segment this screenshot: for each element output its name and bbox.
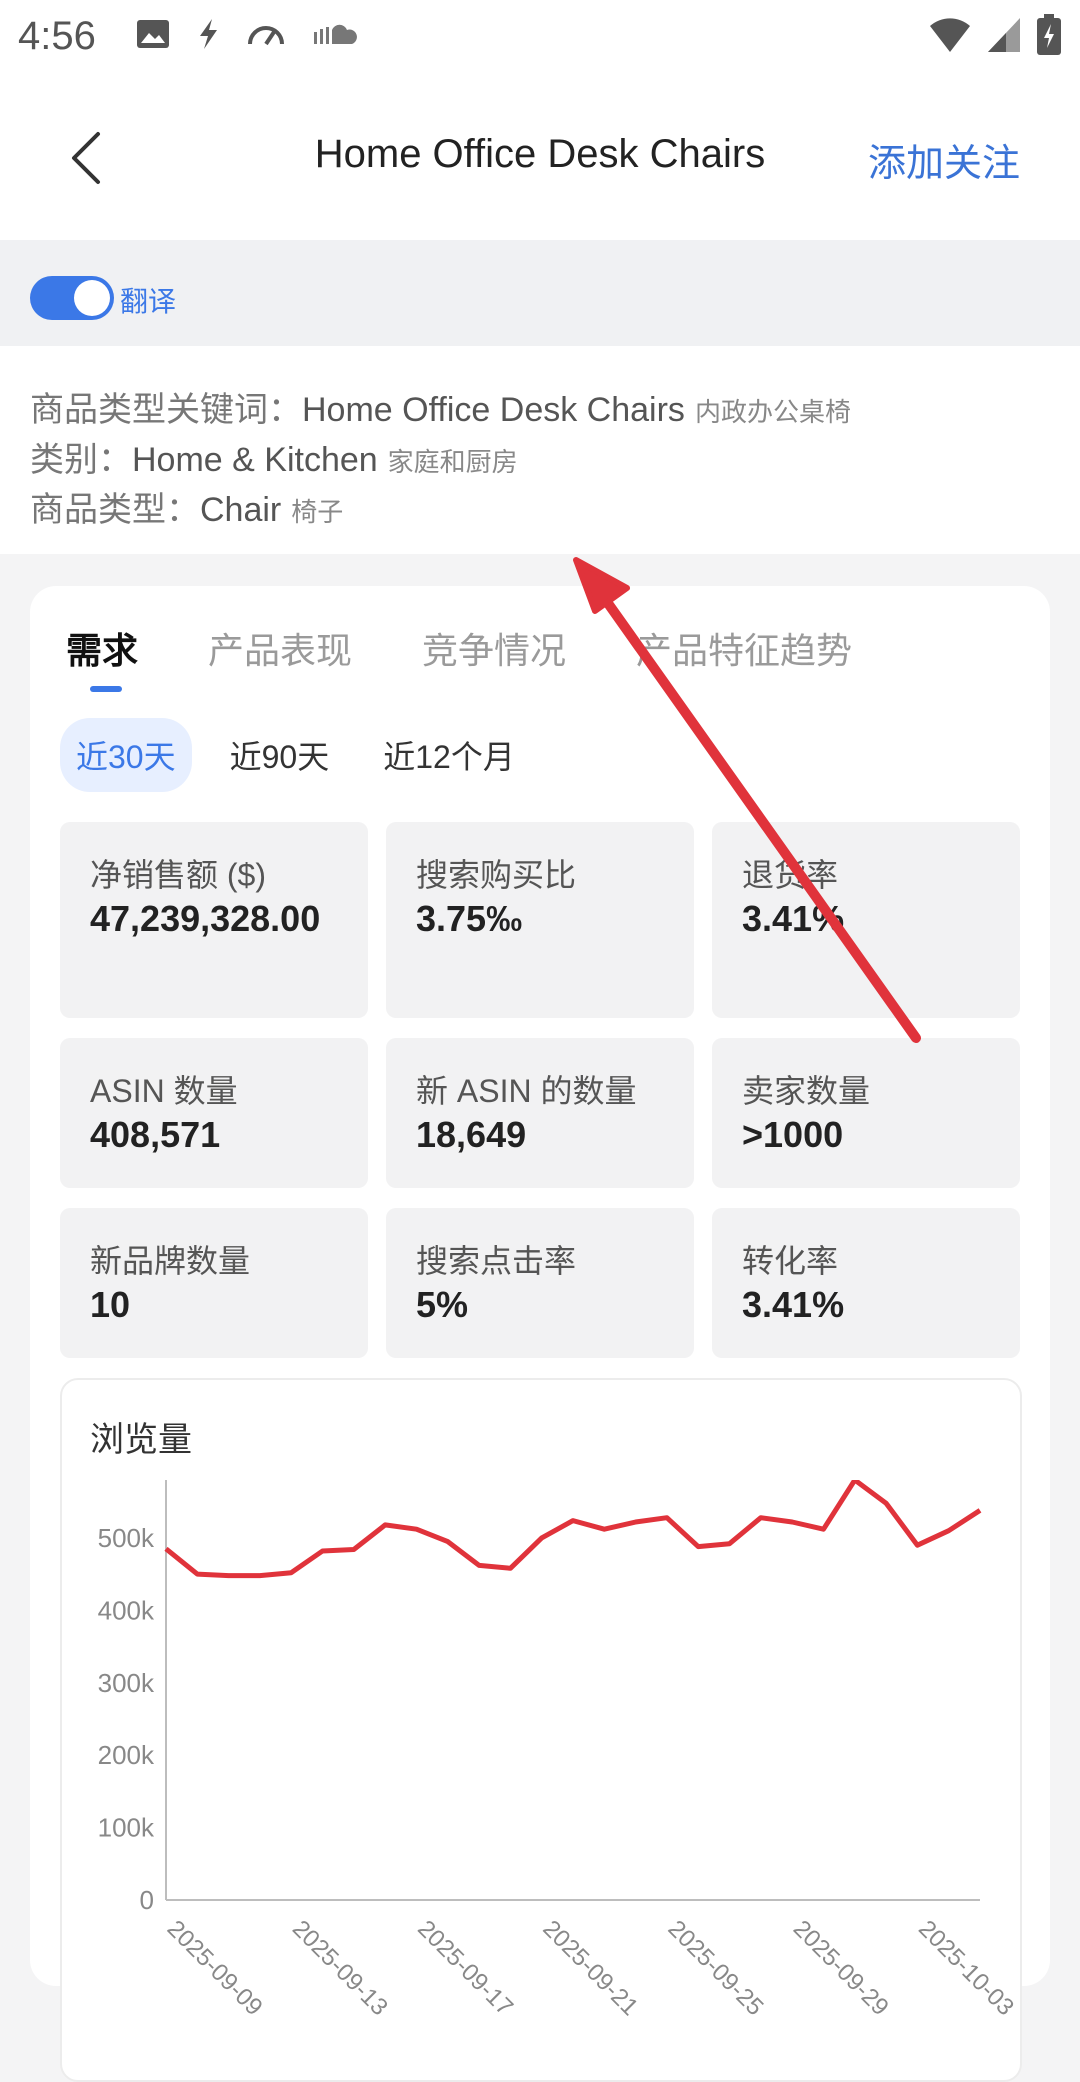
tab-feature-trends[interactable]: 产品特征趋势 <box>636 622 852 674</box>
chart-plot: 0100k200k300k400k500k2025-09-09 2025-09-1… <box>98 1480 1019 2020</box>
image-icon <box>137 20 169 48</box>
info-type-row: 商品类型：Chair 椅子 <box>30 482 343 531</box>
metric-value: 47,239,328.00 <box>90 898 321 939</box>
info-keyword-cn: 内政办公桌椅 <box>694 397 851 427</box>
x-tick-label: 2025-09-13 <box>287 1915 393 2020</box>
translate-label: 翻译 <box>120 286 177 317</box>
period-selector: 近30天 近90天 近12个月 <box>60 718 531 792</box>
page-views-chart: 浏览量 0 100k 200k 300k 400k 500k 2025-09-09 2025-… <box>60 1378 1022 2082</box>
metric-new-brand-count[interactable]: 新品牌数量 10 <box>60 1208 368 1358</box>
speedometer-icon <box>248 26 284 46</box>
chart-title: 浏览量 <box>90 1421 192 1459</box>
metric-label: ASIN 数量 <box>90 1073 238 1109</box>
metric-search-purchase-ratio[interactable]: 搜索购买比 3.75‰ <box>386 822 694 1018</box>
x-tick-label: 2025-09-09 <box>162 1915 268 2020</box>
metric-value: >1000 <box>742 1114 844 1155</box>
metric-value: 10 <box>90 1284 131 1325</box>
cloud-icon <box>314 24 357 44</box>
y-tick-label: 100k <box>98 1813 155 1843</box>
status-time: 4:56 <box>18 14 96 58</box>
tab-demand[interactable]: 需求 <box>66 622 138 674</box>
metric-value: 3.41% <box>742 898 845 939</box>
series-line <box>164 1480 982 1579</box>
active-tab-indicator <box>90 686 122 692</box>
tab-product-performance[interactable]: 产品表现 <box>208 622 352 674</box>
metric-new-asin-count[interactable]: 新 ASIN 的数量 18,649 <box>386 1038 694 1188</box>
metric-label: 转化率 <box>742 1243 839 1279</box>
info-keyword-row: 商品类型关键词：Home Office Desk Chairs 内政办公桌椅 <box>30 382 851 431</box>
metric-value: 408,571 <box>90 1114 221 1155</box>
x-tick-label: 2025-09-25 <box>663 1915 769 2020</box>
info-type-label: 商品类型： <box>30 491 200 529</box>
demand-card: 需求 产品表现 竞争情况 产品特征趋势 近30天 近90天 近12个月 净销售额… <box>30 586 1050 2082</box>
toggle-knob <box>74 280 110 316</box>
top-app-bar: Home Office Desk Chairs 添加关注 <box>0 78 1080 240</box>
metric-label: 搜索点击率 <box>416 1243 577 1279</box>
metric-conversion-rate[interactable]: 转化率 3.41% <box>712 1208 1020 1358</box>
metric-value: 18,649 <box>416 1114 527 1155</box>
flash-icon <box>200 19 217 49</box>
translate-toggle[interactable] <box>30 276 114 320</box>
info-category-cn: 家庭和厨房 <box>387 447 518 477</box>
metric-label: 新品牌数量 <box>90 1243 251 1279</box>
x-tick-label: 2025-09-29 <box>788 1915 894 2020</box>
metric-value: 5% <box>416 1284 469 1325</box>
metric-seller-count[interactable]: 卖家数量 >1000 <box>712 1038 1020 1188</box>
y-tick-label: 200k <box>98 1740 155 1770</box>
metric-asin-count[interactable]: ASIN 数量 408,571 <box>60 1038 368 1188</box>
tab-competition[interactable]: 竞争情况 <box>422 622 566 674</box>
info-category-value: Home & Kitchen <box>132 441 378 479</box>
metric-return-rate[interactable]: 退货率 3.41% <box>712 822 1020 1018</box>
y-tick-label: 0 <box>140 1885 154 1915</box>
metric-label: 搜索购买比 <box>416 857 577 893</box>
tab-bar: 需求 产品表现 竞争情况 产品特征趋势 <box>66 622 852 674</box>
info-type-cn: 椅子 <box>291 497 344 527</box>
status-bar: 4:56 <box>0 0 1080 78</box>
metric-search-ctr[interactable]: 搜索点击率 5% <box>386 1208 694 1358</box>
x-tick-label: 2025-09-17 <box>412 1915 518 2020</box>
info-category-label: 类别： <box>30 441 132 479</box>
y-tick-label: 500k <box>98 1523 155 1553</box>
metric-label: 退货率 <box>742 857 839 893</box>
y-tick-label: 300k <box>98 1668 155 1698</box>
x-tick-label: 2025-09-21 <box>537 1915 643 2020</box>
wifi-icon <box>930 18 970 52</box>
period-12-months[interactable]: 近12个月 <box>367 718 531 792</box>
translate-bar: 翻译 <box>0 240 1080 346</box>
metric-label: 净销售额 ($) <box>90 857 267 893</box>
y-tick-label: 400k <box>98 1595 155 1625</box>
add-follow-button[interactable]: 添加关注 <box>868 132 1020 187</box>
cell-signal-icon <box>988 18 1020 52</box>
metric-net-sales[interactable]: 净销售额 ($) 47,239,328.00 <box>60 822 368 1018</box>
info-keyword-value: Home Office Desk Chairs <box>302 391 685 429</box>
info-category-row: 类别：Home & Kitchen 家庭和厨房 <box>30 432 518 481</box>
metric-label: 新 ASIN 的数量 <box>416 1073 637 1109</box>
metric-value: 3.75‰ <box>416 898 523 939</box>
period-90-days[interactable]: 近90天 <box>214 718 346 792</box>
metric-value: 3.41% <box>742 1284 845 1325</box>
info-keyword-label: 商品类型关键词： <box>30 391 302 429</box>
metric-label: 卖家数量 <box>742 1073 871 1109</box>
battery-icon <box>1037 14 1061 55</box>
info-type-value: Chair <box>200 491 282 529</box>
product-info: 商品类型关键词：Home Office Desk Chairs 内政办公桌椅 类别… <box>0 346 1080 554</box>
period-30-days[interactable]: 近30天 <box>60 718 192 792</box>
x-tick-label: 2025-10-03 <box>913 1915 1019 2020</box>
